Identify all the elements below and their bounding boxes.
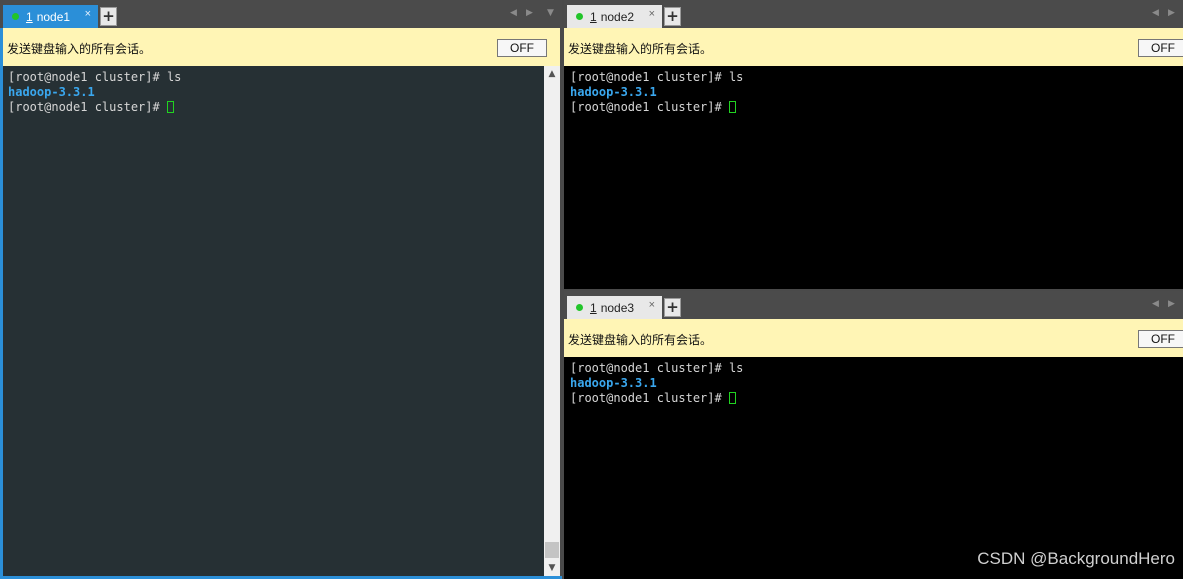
broadcast-text: 发送键盘输入的所有会话。	[568, 42, 713, 56]
tab-label: node3	[600, 300, 635, 315]
close-tab-icon[interactable]: ×	[85, 8, 91, 20]
scroll-tabs-left-icon[interactable]: ◀	[1152, 8, 1159, 18]
terminal-output[interactable]: [root@node1 cluster]# ls hadoop-3.3.1 [roo…	[564, 357, 1183, 579]
terminal-line: [root@node1 cluster]#	[8, 100, 560, 115]
tab-number: 1	[590, 300, 597, 315]
scrollbar-thumb[interactable]	[545, 542, 559, 558]
broadcast-off-button[interactable]: OFF	[497, 39, 547, 57]
shell-command: ls	[728, 70, 744, 84]
terminal-line: hadoop-3.3.1	[8, 85, 560, 100]
tab-bar: 1 node3 × + ◀ ▶	[564, 291, 1183, 319]
broadcast-off-button[interactable]: OFF	[1138, 330, 1183, 348]
terminal-output[interactable]: [root@node1 cluster]# ls hadoop-3.3.1 [roo…	[3, 66, 560, 576]
active-pane-border	[0, 28, 3, 579]
shell-prompt: [root@node1 cluster]#	[8, 100, 167, 114]
terminal-cursor	[728, 392, 736, 404]
terminal-line: [root@node1 cluster]#	[570, 100, 1183, 115]
broadcast-bar: 发送键盘输入的所有会话。 OFF	[3, 28, 560, 66]
scroll-tabs-right-icon[interactable]: ▶	[1168, 299, 1175, 309]
close-tab-icon[interactable]: ×	[649, 299, 655, 311]
session-pane-node1: 1 node1 × + ◀ ▶ ▼ 发送键盘输入的所有会话。 OFF [root…	[0, 0, 562, 579]
broadcast-text: 发送键盘输入的所有会话。	[568, 333, 713, 347]
shell-prompt: [root@node1 cluster]#	[570, 361, 729, 375]
tab-number: 1	[590, 9, 597, 24]
broadcast-bar: 发送键盘输入的所有会话。 OFF	[564, 28, 1183, 66]
shell-prompt: [root@node1 cluster]#	[8, 70, 167, 84]
terminal-cursor	[166, 101, 174, 113]
shell-prompt: [root@node1 cluster]#	[570, 100, 729, 114]
tab-menu-icon[interactable]: ▼	[547, 8, 554, 18]
shell-command: ls	[166, 70, 182, 84]
shell-prompt: [root@node1 cluster]#	[570, 391, 729, 405]
add-tab-button[interactable]: +	[664, 298, 681, 317]
broadcast-off-button[interactable]: OFF	[1138, 39, 1183, 57]
tab-number: 1	[26, 9, 33, 24]
vertical-scrollbar[interactable]: ▲ ▼	[544, 66, 560, 576]
terminal-output[interactable]: [root@node1 cluster]# ls hadoop-3.3.1 [roo…	[564, 66, 1183, 289]
terminal-cursor	[728, 101, 736, 113]
directory-entry: hadoop-3.3.1	[8, 85, 95, 99]
tab-label: node2	[600, 9, 635, 24]
connected-status-icon	[576, 13, 583, 20]
broadcast-bar: 发送键盘输入的所有会话。 OFF	[564, 319, 1183, 357]
directory-entry: hadoop-3.3.1	[570, 376, 657, 390]
scroll-tabs-left-icon[interactable]: ◀	[1152, 299, 1159, 309]
tab-node2[interactable]: 1 node2 ×	[567, 5, 662, 28]
terminal-line: [root@node1 cluster]# ls	[570, 70, 1183, 85]
tab-bar: 1 node1 × + ◀ ▶ ▼	[0, 0, 562, 28]
shell-prompt: [root@node1 cluster]#	[570, 70, 729, 84]
add-tab-button[interactable]: +	[664, 7, 681, 26]
scroll-tabs-left-icon[interactable]: ◀	[510, 8, 517, 18]
session-pane-node3: 1 node3 × + ◀ ▶ 发送键盘输入的所有会话。 OFF [root@n…	[564, 291, 1183, 579]
scroll-down-icon[interactable]: ▼	[544, 560, 560, 576]
shell-command: ls	[728, 361, 744, 375]
tab-node3[interactable]: 1 node3 ×	[567, 296, 662, 319]
terminal-line: hadoop-3.3.1	[570, 376, 1183, 391]
close-tab-icon[interactable]: ×	[649, 8, 655, 20]
directory-entry: hadoop-3.3.1	[570, 85, 657, 99]
session-pane-node2: 1 node2 × + ◀ ▶ 发送键盘输入的所有会话。 OFF [root@n…	[564, 0, 1183, 289]
terminal-line: [root@node1 cluster]# ls	[8, 70, 560, 85]
tab-label: node1	[36, 9, 71, 24]
add-tab-button[interactable]: +	[100, 7, 117, 26]
connected-status-icon	[12, 13, 19, 20]
terminal-line: hadoop-3.3.1	[570, 85, 1183, 100]
scroll-up-icon[interactable]: ▲	[544, 66, 560, 82]
tab-node1[interactable]: 1 node1 ×	[3, 5, 98, 28]
broadcast-text: 发送键盘输入的所有会话。	[7, 42, 152, 56]
terminal-line: [root@node1 cluster]# ls	[570, 361, 1183, 376]
scroll-tabs-right-icon[interactable]: ▶	[526, 8, 533, 18]
terminal-line: [root@node1 cluster]#	[570, 391, 1183, 406]
watermark: CSDN @BackgroundHero	[977, 549, 1175, 568]
tab-bar: 1 node2 × + ◀ ▶	[564, 0, 1183, 28]
scroll-tabs-right-icon[interactable]: ▶	[1168, 8, 1175, 18]
connected-status-icon	[576, 304, 583, 311]
